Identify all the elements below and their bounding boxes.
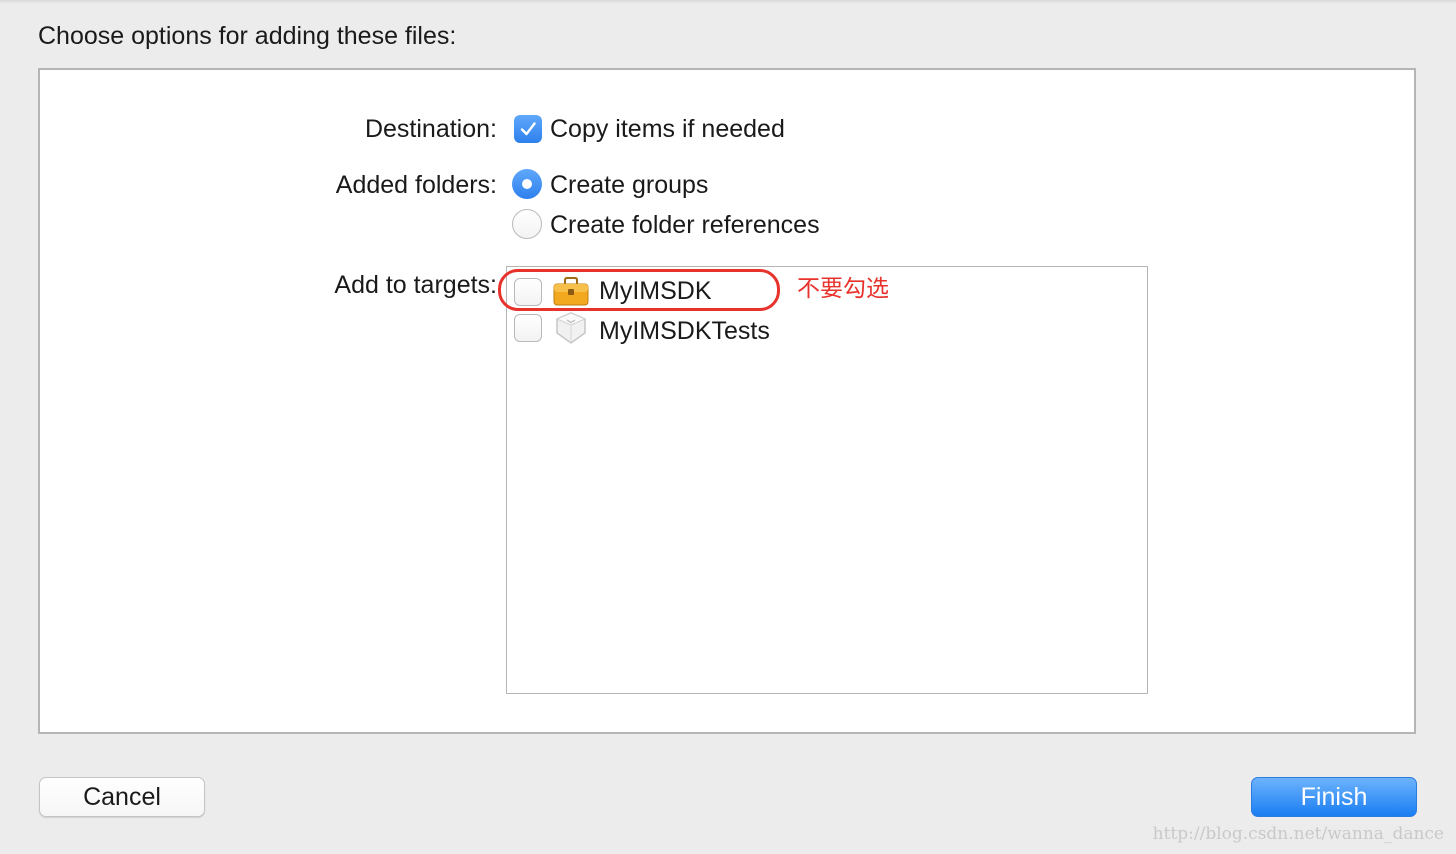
checkmark-icon: [520, 122, 536, 136]
copy-items-checkbox[interactable]: [514, 115, 542, 143]
create-folder-references-label[interactable]: Create folder references: [550, 209, 820, 241]
target-row-myimsdktests[interactable]: MyIMSDKTests: [507, 311, 1147, 351]
add-to-targets-label: Add to targets:: [334, 271, 497, 299]
annotation-highlight-ring: [498, 269, 780, 311]
target-checkbox-myimsdktests[interactable]: [514, 314, 542, 342]
watermark-text: http://blog.csdn.net/wanna_dance: [1152, 824, 1444, 844]
copy-items-label[interactable]: Copy items if needed: [550, 113, 785, 145]
window-top-edge: [0, 0, 1456, 4]
cancel-button[interactable]: Cancel: [39, 777, 205, 817]
targets-list[interactable]: MyIMSDK MyIMSDKTests: [506, 266, 1148, 694]
dialog-heading: Choose options for adding these files:: [38, 22, 457, 50]
finish-button[interactable]: Finish: [1251, 777, 1417, 817]
target-name-myimsdktests[interactable]: MyIMSDKTests: [599, 315, 770, 347]
radio-selected-dot: [522, 179, 532, 189]
create-folder-references-radio[interactable]: [512, 209, 542, 239]
destination-label: Destination:: [364, 115, 497, 143]
create-groups-radio[interactable]: [512, 169, 542, 199]
test-bundle-icon: [555, 312, 587, 344]
create-groups-label[interactable]: Create groups: [550, 169, 708, 201]
annotation-text: 不要勾选: [797, 276, 889, 302]
added-folders-label: Added folders:: [335, 171, 497, 199]
